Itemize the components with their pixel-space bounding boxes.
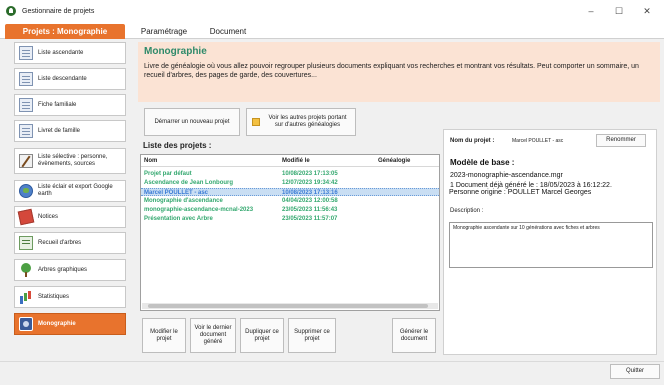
table-row-selected[interactable]: Marcel POULLET - asc 10/08/2023 17:13:16 <box>141 188 439 196</box>
sidebar-item-label: Arbres graphiques <box>38 266 88 273</box>
base-model-file: 2023-monographie-ascendance.mgr <box>450 172 563 179</box>
table-row[interactable]: Projet par défaut 10/08/2023 17:13:05 <box>141 170 439 178</box>
table-row[interactable]: Présentation avec Arbre 23/05/2023 11:57… <box>141 215 439 223</box>
new-project-button[interactable]: Démarrer un nouveau projet <box>144 108 240 136</box>
sidebar-item-label: Fiche familiale <box>38 101 77 108</box>
base-model-title: Modèle de base : <box>450 158 515 167</box>
column-header-name[interactable]: Nom <box>144 158 157 164</box>
project-modified: 12/07/2023 19:34:42 <box>282 180 338 186</box>
minimize-button[interactable]: – <box>580 3 602 19</box>
monograph-icon <box>19 317 33 331</box>
sidebar-item-label: Recueil d'arbres <box>38 239 82 246</box>
sidebar-item-label: Liste sélective : personne, évènements, … <box>38 154 108 167</box>
description-label: Description : <box>450 208 484 214</box>
column-header-modified[interactable]: Modifié le <box>282 158 310 164</box>
tab-bar: Projets : Monographie Paramétrage Docume… <box>0 22 664 39</box>
sidebar: Liste ascendante Liste descendante Fiche… <box>4 40 126 340</box>
sidebar-item-label: Livret de famille <box>38 127 81 134</box>
sidebar-item-statistiques[interactable]: Statistiques <box>14 286 126 308</box>
sidebar-item-liste-ascendante[interactable]: Liste ascendante <box>14 42 126 64</box>
rename-button[interactable]: Renommer <box>596 134 646 147</box>
quit-button[interactable]: Quitter <box>610 364 660 379</box>
project-name: Présentation avec Arbre <box>144 216 213 222</box>
project-name-value: Marcel POULLET - asc <box>512 138 564 144</box>
table-row[interactable]: Ascendance de Jean Lonbourg 12/07/2023 1… <box>141 179 439 187</box>
sidebar-item-liste-eclair[interactable]: Liste éclair et export Google earth <box>14 180 126 202</box>
project-details-panel: Nom du projet : Marcel POULLET - asc Ren… <box>443 129 657 355</box>
sidebar-item-fiche-familiale[interactable]: Fiche familiale <box>14 94 126 116</box>
project-name-label: Nom du projet : <box>450 138 495 144</box>
project-name: Ascendance de Jean Lonbourg <box>144 180 234 186</box>
sidebar-item-liste-selective[interactable]: Liste sélective : personne, évènements, … <box>14 148 126 174</box>
sidebar-item-notices[interactable]: Notices <box>14 206 126 228</box>
project-name: Marcel POULLET - asc <box>144 190 209 196</box>
horizontal-scrollbar[interactable] <box>142 303 438 309</box>
family-sheet-icon <box>19 98 33 112</box>
document-list-icon <box>19 46 33 60</box>
sidebar-item-recueil-arbres[interactable]: Recueil d'arbres <box>14 232 126 254</box>
other-projects-button[interactable]: Voir les autres projets portant sur d'au… <box>246 108 356 136</box>
tab-projets-monographie[interactable]: Projets : Monographie <box>5 24 125 39</box>
project-name: Monographie d'ascendance <box>144 198 223 204</box>
notes-icon <box>17 208 35 226</box>
sidebar-item-livret-de-famille[interactable]: Livret de famille <box>14 120 126 142</box>
column-header-genealogy[interactable]: Généalogie <box>378 158 410 164</box>
delete-project-button[interactable]: Supprimer ce projet <box>288 318 336 353</box>
sidebar-item-label: Liste ascendante <box>38 49 84 56</box>
sidebar-item-arbres-graphiques[interactable]: Arbres graphiques <box>14 259 126 281</box>
project-modified: 23/05/2023 11:56:43 <box>282 207 338 213</box>
module-header: Monographie Livre de généalogie où vous … <box>138 42 660 102</box>
app-logo-icon <box>6 6 16 16</box>
project-modified: 10/08/2023 17:13:05 <box>282 171 338 177</box>
window-controls: – ☐ ✕ <box>574 3 658 19</box>
sidebar-item-label: Monographie <box>38 320 76 327</box>
generate-document-button[interactable]: Générer le document <box>392 318 436 353</box>
origin-person: Personne origine : POULLET Marcel George… <box>449 189 592 196</box>
close-button[interactable]: ✕ <box>636 3 658 19</box>
project-modified: 23/05/2023 11:57:07 <box>282 216 338 222</box>
stats-icon <box>19 290 33 304</box>
sidebar-item-monographie[interactable]: Monographie <box>14 313 126 335</box>
duplicate-project-button[interactable]: Dupliquer ce projet <box>240 318 284 353</box>
project-modified: 10/08/2023 17:13:16 <box>282 190 338 196</box>
project-name: monographie-ascendance-mcnal-2023 <box>144 207 254 213</box>
other-projects-label: Voir les autres projets portant sur d'au… <box>268 115 347 128</box>
footer-bar <box>0 361 664 385</box>
view-last-document-button[interactable]: Voir le dernier document généré <box>190 318 236 353</box>
family-book-icon <box>19 124 33 138</box>
folder-icon <box>251 118 260 126</box>
module-description: Livre de généalogie où vous allez pouvoi… <box>144 63 639 79</box>
tab-parametrage[interactable]: Paramétrage <box>132 24 196 39</box>
tree-icon <box>19 263 33 277</box>
sidebar-item-label: Notices <box>38 213 59 220</box>
description-textarea[interactable]: Monographie ascendante sur 10 génération… <box>449 222 653 268</box>
table-row[interactable]: Monographie d'ascendance 04/04/2023 12:0… <box>141 197 439 205</box>
sidebar-item-liste-descendante[interactable]: Liste descendante <box>14 68 126 90</box>
project-modified: 04/04/2023 12:00:58 <box>282 198 338 204</box>
sidebar-item-label: Statistiques <box>38 293 70 300</box>
document-list-icon <box>19 72 33 86</box>
sidebar-item-label: Liste descendante <box>38 75 87 82</box>
table-row[interactable]: monographie-ascendance-mcnal-2023 23/05/… <box>141 206 439 214</box>
tab-document[interactable]: Document <box>204 24 252 39</box>
title-bar: Gestionnaire de projets – ☐ ✕ <box>0 0 664 22</box>
project-name: Projet par défaut <box>144 171 192 177</box>
globe-icon <box>19 184 33 198</box>
project-list-header: Nom Modifié le Généalogie <box>141 155 439 167</box>
tree-collection-icon <box>19 236 33 250</box>
sidebar-item-label: Liste éclair et export Google earth <box>38 184 113 197</box>
maximize-button[interactable]: ☐ <box>608 3 630 19</box>
module-title: Monographie <box>144 46 207 57</box>
project-list-title: Liste des projets : <box>143 141 212 150</box>
pen-icon <box>19 154 33 168</box>
window-title: Gestionnaire de projets <box>22 7 95 15</box>
modify-project-button[interactable]: Modifier le projet <box>142 318 186 353</box>
project-list[interactable]: Nom Modifié le Généalogie Projet par déf… <box>140 154 440 311</box>
